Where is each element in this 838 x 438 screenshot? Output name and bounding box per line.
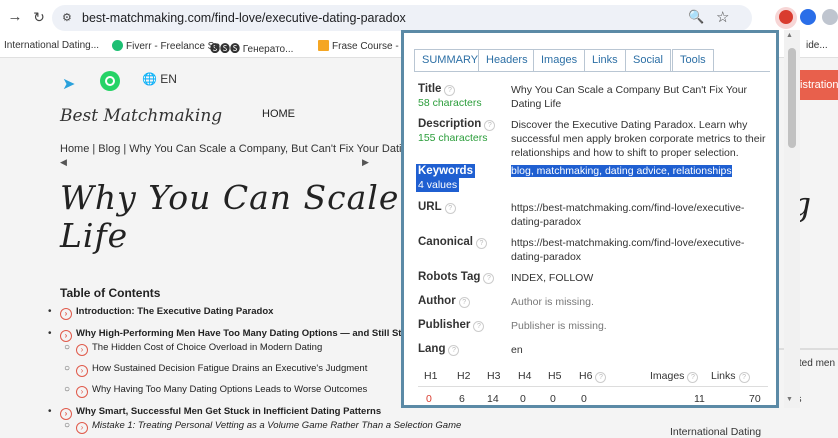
help-icon: ?	[484, 120, 496, 131]
h4-count: 0	[520, 393, 526, 405]
description-label: Description?	[418, 118, 496, 131]
chevron-right-icon: ›	[76, 365, 88, 377]
h3-header: H3	[487, 370, 501, 382]
help-icon: ?	[738, 372, 750, 383]
seo-extension-icon[interactable]	[775, 7, 797, 29]
h1-count: 0	[426, 393, 432, 405]
lang-label: Lang?	[418, 343, 460, 356]
extension-icon[interactable]	[822, 9, 838, 25]
title-value: Why You Can Scale a Company But Can't Fi…	[511, 84, 748, 110]
toc-item[interactable]: › Why High-Performing Men Have Too Many D…	[60, 328, 443, 342]
seo-extension-popup: SUMMARY Headers Images Links Social Tool…	[401, 30, 779, 408]
scroll-left-icon[interactable]: ◀	[60, 157, 67, 168]
links-count: 70	[749, 393, 761, 405]
h2-header: H2	[457, 370, 471, 382]
tab-headers[interactable]: Headers	[478, 49, 536, 71]
toc-title: Table of Contents	[60, 286, 161, 300]
h4-header: H4	[518, 370, 532, 382]
help-icon: ?	[448, 345, 460, 356]
h5-header: H5	[548, 370, 562, 382]
zoom-icon[interactable]: 🔍	[688, 9, 706, 27]
tab-social[interactable]: Social	[625, 49, 671, 71]
lang-value: en	[511, 344, 523, 356]
bookmark-item[interactable]: ide...	[806, 40, 828, 51]
publisher-value: Publisher is missing.	[511, 320, 607, 332]
h6-count: 0	[581, 393, 587, 405]
breadcrumb[interactable]: Home | Blog | Why You Can Scale a Compan…	[60, 143, 434, 155]
scroll-down-icon[interactable]: ▼	[786, 396, 793, 403]
images-count: 11	[694, 393, 705, 405]
help-icon: ?	[483, 273, 495, 284]
chevron-right-icon: ›	[76, 422, 88, 434]
keywords-label: Keywords	[416, 164, 475, 178]
publisher-label: Publisher?	[418, 319, 485, 332]
h5-count: 0	[550, 393, 556, 405]
whatsapp-icon[interactable]	[100, 71, 120, 91]
url-value: https://best-matchmaking.com/find-love/e…	[511, 202, 745, 228]
scroll-up-icon[interactable]: ▲	[786, 32, 793, 39]
h6-header: H6?	[579, 370, 607, 383]
title-count: 58 characters	[418, 97, 482, 109]
chevron-right-icon: ›	[76, 386, 88, 398]
author-value: Author is missing.	[511, 296, 594, 308]
nav-home-link[interactable]: HOME	[262, 108, 295, 120]
links-header: Links?	[711, 370, 750, 383]
telegram-icon[interactable]: ➤	[62, 74, 75, 94]
keywords-value: blog, matchmaking, dating advice, relati…	[511, 165, 732, 177]
h2-count: 6	[459, 393, 465, 405]
help-icon: ?	[444, 203, 456, 214]
bookmark-item[interactable]: International Dating...	[4, 40, 99, 51]
bookmark-item[interactable]: 🅢🅢🅢 Генерато...	[210, 40, 293, 55]
keywords-count: 4 values	[416, 178, 460, 192]
sidebar-heading: International Dating	[670, 426, 762, 438]
description-count: 155 characters	[418, 132, 488, 144]
tab-links[interactable]: Links	[584, 49, 626, 71]
toc-subitem[interactable]: › How Sustained Decision Fatigue Drains a…	[76, 363, 367, 377]
tab-images[interactable]: Images	[533, 49, 586, 71]
robots-value: INDEX, FOLLOW	[511, 272, 594, 284]
description-value: Discover the Executive Dating Paradox. L…	[511, 119, 766, 159]
robots-label: Robots Tag?	[418, 271, 495, 284]
scrollbar-thumb[interactable]	[788, 48, 796, 148]
author-label: Author?	[418, 295, 470, 308]
h1-header: H1	[424, 370, 438, 382]
canonical-label: Canonical?	[418, 236, 487, 249]
chevron-right-icon: ›	[60, 308, 72, 320]
images-header: Images?	[650, 370, 699, 383]
bookmark-star-icon[interactable]: ☆	[716, 8, 734, 26]
toc-subitem[interactable]: › The Hidden Cost of Choice Overload in M…	[76, 342, 322, 356]
reload-icon[interactable]: ↻	[30, 8, 48, 26]
page-title-line2: Life	[60, 216, 129, 255]
tab-summary[interactable]: SUMMARY	[414, 49, 487, 71]
help-icon: ?	[473, 321, 485, 332]
scroll-right-icon[interactable]: ▶	[362, 157, 369, 168]
canonical-value: https://best-matchmaking.com/find-love/e…	[511, 237, 745, 263]
chevron-right-icon: ›	[60, 408, 72, 420]
help-icon: ?	[458, 297, 470, 308]
address-bar[interactable]: ⚙ best-matchmaking.com/find-love/executi…	[52, 5, 752, 31]
help-icon: ?	[444, 85, 456, 96]
help-icon: ?	[595, 372, 607, 383]
toc-item[interactable]: › Why Smart, Successful Men Get Stuck in …	[60, 406, 381, 420]
help-icon: ?	[475, 238, 487, 249]
url-label: URL?	[418, 201, 456, 214]
help-icon: ?	[687, 372, 699, 383]
language-button[interactable]: 🌐 EN	[142, 72, 177, 86]
site-logo[interactable]: Best Matchmaking	[60, 106, 222, 126]
toc-item[interactable]: › Introduction: The Executive Dating Para…	[60, 306, 273, 320]
toc-subitem[interactable]: › Mistake 1: Treating Personal Vetting as…	[76, 420, 461, 434]
chevron-right-icon: ›	[60, 330, 72, 342]
tab-tools[interactable]: Tools	[672, 49, 714, 71]
url-text[interactable]: best-matchmaking.com/find-love/executive…	[82, 11, 406, 25]
title-label: Title?	[418, 83, 456, 96]
tune-icon[interactable]: ⚙	[62, 11, 72, 24]
chevron-right-icon: ›	[76, 344, 88, 356]
h3-count: 14	[487, 393, 499, 405]
extension-icon[interactable]	[800, 9, 816, 25]
toc-subitem[interactable]: › Why Having Too Many Dating Options Lead…	[76, 384, 367, 398]
forward-arrow-icon[interactable]: →	[6, 8, 24, 26]
